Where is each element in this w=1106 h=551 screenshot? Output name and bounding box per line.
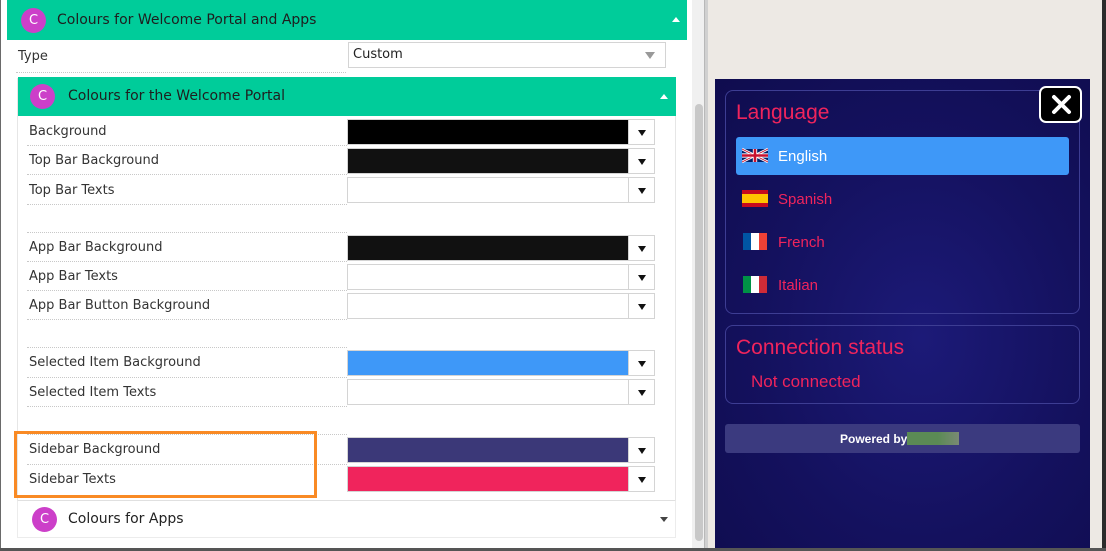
row-label-app-bar-background: App Bar Background bbox=[29, 240, 163, 255]
brand-logo-icon bbox=[907, 432, 959, 445]
powered-by-bar: Powered by bbox=[725, 424, 1080, 453]
caret-down-icon bbox=[638, 304, 646, 310]
color-dropdown-button[interactable] bbox=[628, 293, 655, 319]
language-title: Language bbox=[736, 101, 830, 124]
color-swatch-selected-item-texts[interactable] bbox=[347, 379, 629, 405]
caret-down-icon bbox=[638, 477, 646, 483]
close-icon bbox=[1051, 94, 1072, 119]
color-swatch-app-bar-background[interactable] bbox=[347, 235, 629, 261]
section-title: Colours for Apps bbox=[68, 511, 184, 527]
caret-down-icon bbox=[638, 390, 646, 396]
color-swatch-app-bar-button-background[interactable] bbox=[347, 293, 629, 319]
language-option-italian[interactable]: Italian bbox=[736, 266, 1069, 304]
divider bbox=[27, 347, 347, 348]
color-dropdown-button[interactable] bbox=[628, 264, 655, 290]
section-badge: C bbox=[21, 8, 46, 33]
color-dropdown-button[interactable] bbox=[628, 235, 655, 261]
caret-down-icon bbox=[638, 130, 646, 136]
type-select[interactable]: Custom bbox=[348, 42, 666, 68]
powered-by-text: Powered by bbox=[840, 432, 908, 446]
connection-status-value: Not connected bbox=[751, 372, 861, 391]
divider bbox=[27, 232, 347, 233]
caret-down-icon bbox=[638, 361, 646, 367]
collapse-caret-icon[interactable] bbox=[660, 94, 668, 99]
row-label-selected-item-background: Selected Item Background bbox=[29, 355, 201, 370]
section-header-welcome-portal-and-apps[interactable]: C Colours for Welcome Portal and Apps bbox=[7, 0, 687, 40]
divider bbox=[16, 72, 346, 73]
connection-title: Connection status bbox=[736, 336, 905, 359]
caret-down-icon bbox=[638, 448, 646, 454]
divider bbox=[27, 290, 347, 291]
chevron-down-icon bbox=[645, 52, 655, 59]
language-option-french[interactable]: French bbox=[736, 223, 1069, 261]
language-label: Spanish bbox=[778, 191, 833, 208]
row-label-app-bar-texts: App Bar Texts bbox=[29, 269, 118, 284]
spain-flag-icon bbox=[742, 190, 768, 207]
section-badge: C bbox=[32, 507, 57, 532]
color-dropdown-button[interactable] bbox=[628, 177, 655, 203]
section-header-apps[interactable]: C Colours for Apps bbox=[17, 500, 676, 538]
color-swatch-background[interactable] bbox=[347, 119, 629, 145]
row-label-app-bar-button-background: App Bar Button Background bbox=[29, 298, 211, 313]
divider bbox=[27, 377, 347, 378]
collapse-caret-icon[interactable] bbox=[672, 17, 680, 22]
color-dropdown-button[interactable] bbox=[628, 119, 655, 145]
row-label-background: Background bbox=[29, 124, 107, 139]
section-badge: C bbox=[30, 84, 55, 109]
divider bbox=[27, 261, 347, 262]
color-dropdown-button[interactable] bbox=[628, 379, 655, 405]
caret-down-icon bbox=[638, 275, 646, 281]
divider bbox=[27, 319, 347, 320]
highlight-annotation-box bbox=[14, 431, 317, 498]
language-label: English bbox=[778, 148, 828, 165]
language-label: Italian bbox=[778, 277, 819, 294]
uk-flag-icon bbox=[742, 147, 768, 164]
france-flag-icon bbox=[742, 233, 768, 250]
color-swatch-top-bar-texts[interactable] bbox=[347, 177, 629, 203]
close-button[interactable] bbox=[1039, 86, 1082, 123]
caret-down-icon bbox=[638, 188, 646, 194]
color-swatch-selected-item-background[interactable] bbox=[347, 350, 629, 376]
color-dropdown-button[interactable] bbox=[628, 148, 655, 174]
type-label: Type bbox=[18, 49, 48, 64]
color-swatch-sidebar-texts[interactable] bbox=[347, 466, 629, 492]
row-label-top-bar-background: Top Bar Background bbox=[29, 153, 159, 168]
language-option-english[interactable]: English bbox=[736, 137, 1069, 175]
color-swatch-top-bar-background[interactable] bbox=[347, 148, 629, 174]
window-edge bbox=[1102, 0, 1106, 551]
type-select-value: Custom bbox=[353, 47, 403, 62]
expand-caret-icon[interactable] bbox=[660, 517, 668, 522]
color-dropdown-button[interactable] bbox=[628, 350, 655, 376]
color-swatch-sidebar-background[interactable] bbox=[347, 437, 629, 463]
settings-panel: C Colours for Welcome Portal and Apps Ty… bbox=[0, 0, 705, 551]
caret-down-icon bbox=[638, 246, 646, 252]
section-header-welcome-portal[interactable]: C Colours for the Welcome Portal bbox=[18, 77, 676, 116]
section-title: Colours for the Welcome Portal bbox=[68, 88, 286, 104]
italy-flag-icon bbox=[742, 276, 768, 293]
row-label-selected-item-texts: Selected Item Texts bbox=[29, 385, 157, 400]
divider bbox=[27, 406, 347, 407]
language-label: French bbox=[778, 234, 825, 251]
divider bbox=[27, 204, 347, 205]
color-dropdown-button[interactable] bbox=[628, 437, 655, 463]
divider bbox=[27, 174, 347, 175]
caret-down-icon bbox=[638, 159, 646, 165]
divider bbox=[27, 145, 347, 146]
color-dropdown-button[interactable] bbox=[628, 466, 655, 492]
language-option-spanish[interactable]: Spanish bbox=[736, 180, 1069, 218]
color-swatch-app-bar-texts[interactable] bbox=[347, 264, 629, 290]
scrollbar-thumb[interactable] bbox=[695, 104, 703, 541]
section-title: Colours for Welcome Portal and Apps bbox=[57, 12, 317, 28]
row-label-top-bar-texts: Top Bar Texts bbox=[29, 183, 115, 198]
